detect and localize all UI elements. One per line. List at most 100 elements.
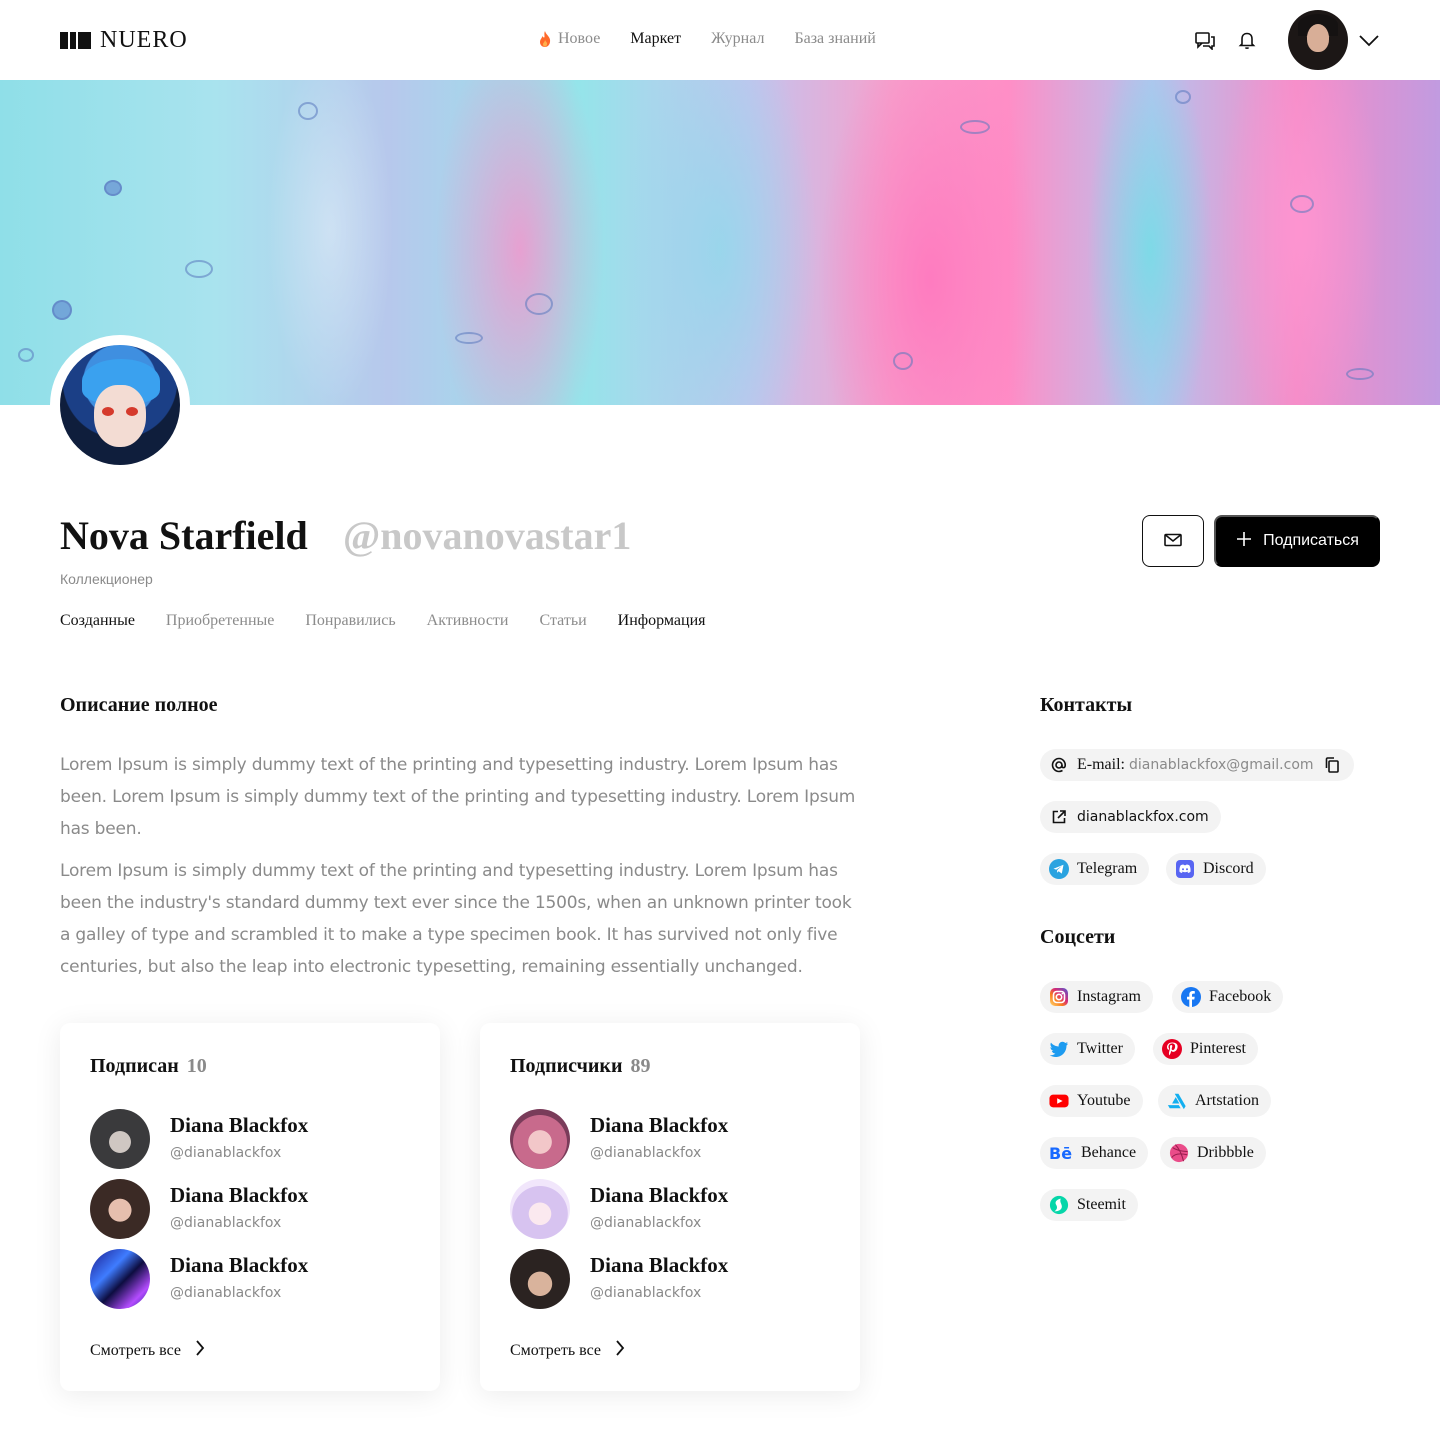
- see-all-label: Смотреть все: [90, 1341, 182, 1359]
- following-item[interactable]: Diana Blackfox @dianablackfox: [90, 1179, 410, 1239]
- artstation-icon: [1167, 1091, 1187, 1111]
- instagram-label: Instagram: [1077, 988, 1141, 1005]
- avatar: [90, 1249, 150, 1309]
- subscribe-button[interactable]: Подписаться: [1214, 515, 1380, 567]
- behance-label: Behance: [1081, 1144, 1137, 1161]
- discord-icon: [1175, 859, 1195, 879]
- person-name: Diana Blackfox: [170, 1183, 309, 1207]
- tab-activity[interactable]: Активности: [427, 612, 509, 630]
- logo[interactable]: NUERO: [60, 27, 188, 54]
- facebook-icon: [1181, 987, 1201, 1007]
- website-contact[interactable]: dianablackfox.com: [1040, 801, 1221, 833]
- youtube-icon: [1049, 1091, 1069, 1111]
- subscribe-label: Подписаться: [1263, 532, 1359, 549]
- external-link-icon: [1049, 807, 1069, 827]
- person-handle: @dianablackfox: [590, 1285, 702, 1301]
- avatar: [90, 1109, 150, 1169]
- flame-icon: [538, 30, 552, 48]
- twitter-link[interactable]: Twitter: [1040, 1033, 1135, 1065]
- dribbble-icon: [1169, 1143, 1189, 1163]
- followers-count: 89: [630, 1055, 651, 1077]
- artstation-link[interactable]: Artstation: [1158, 1085, 1271, 1117]
- behance-link[interactable]: Bē Behance: [1040, 1137, 1149, 1169]
- follower-item[interactable]: Diana Blackfox @dianablackfox: [510, 1249, 830, 1309]
- chevron-right-icon: [615, 1339, 625, 1362]
- pinterest-icon: [1162, 1039, 1182, 1059]
- top-header: NUERO Новое Маркет Журнал База знаний: [0, 0, 1440, 80]
- behance-icon: Bē: [1049, 1143, 1073, 1163]
- dribbble-link[interactable]: Dribbble: [1160, 1137, 1266, 1169]
- twitter-icon: [1049, 1039, 1069, 1059]
- person-name: Diana Blackfox: [590, 1183, 729, 1207]
- email-label: E-mail:: [1077, 756, 1125, 773]
- artstation-label: Artstation: [1195, 1092, 1259, 1109]
- person-name: Diana Blackfox: [170, 1113, 309, 1137]
- avatar: [510, 1249, 570, 1309]
- profile-name: Nova Starfield: [60, 513, 308, 558]
- copy-icon[interactable]: [1322, 755, 1342, 775]
- steemit-icon: [1049, 1195, 1069, 1215]
- description-title: Описание полное: [60, 694, 218, 716]
- follower-item[interactable]: Diana Blackfox @dianablackfox: [510, 1109, 830, 1169]
- tab-liked[interactable]: Понравились: [305, 612, 395, 630]
- nav-item-market[interactable]: Маркет: [630, 30, 681, 48]
- facebook-link[interactable]: Facebook: [1172, 981, 1284, 1013]
- avatar: [510, 1109, 570, 1169]
- telegram-contact[interactable]: Telegram: [1040, 853, 1150, 885]
- see-all-label: Смотреть все: [510, 1341, 602, 1359]
- pinterest-link[interactable]: Pinterest: [1153, 1033, 1258, 1065]
- at-sign-icon: [1049, 755, 1069, 775]
- person-handle: @dianablackfox: [170, 1145, 282, 1161]
- youtube-label: Youtube: [1077, 1092, 1131, 1109]
- tab-articles[interactable]: Статьи: [539, 612, 586, 630]
- messages-icon[interactable]: [1193, 28, 1217, 52]
- email-value: dianablackfox@gmail.com: [1128, 757, 1314, 773]
- message-button[interactable]: [1142, 515, 1204, 567]
- followers-card: Подписчики 89 Diana Blackfox @dianablackf…: [480, 1023, 860, 1391]
- following-count: 10: [186, 1055, 207, 1077]
- following-title: Подписан: [90, 1055, 179, 1077]
- envelope-icon: [1163, 532, 1183, 551]
- discord-label: Discord: [1203, 860, 1254, 877]
- following-see-all-link[interactable]: Смотреть все: [90, 1339, 205, 1362]
- nav-item-journal[interactable]: Журнал: [711, 30, 764, 48]
- following-item[interactable]: Diana Blackfox @dianablackfox: [90, 1109, 410, 1169]
- twitter-label: Twitter: [1077, 1040, 1123, 1057]
- following-card: Подписан 10 Diana Blackfox @dianablackfox…: [60, 1023, 440, 1391]
- plus-icon: [1235, 530, 1253, 553]
- socials-title: Соцсети: [1040, 926, 1116, 948]
- bell-icon[interactable]: [1235, 28, 1259, 52]
- nav-item-knowledge-base[interactable]: База знаний: [794, 30, 875, 48]
- telegram-label: Telegram: [1077, 860, 1138, 877]
- main-nav: Новое Маркет Журнал База знаний: [538, 30, 876, 48]
- website-value: dianablackfox.com: [1077, 809, 1209, 825]
- chevron-down-icon[interactable]: [1358, 30, 1380, 55]
- discord-contact[interactable]: Discord: [1166, 853, 1266, 885]
- description-paragraph: Lorem Ipsum is simply dummy text of the …: [60, 755, 856, 839]
- youtube-link[interactable]: Youtube: [1040, 1085, 1143, 1117]
- following-item[interactable]: Diana Blackfox @dianablackfox: [90, 1249, 410, 1309]
- steemit-label: Steemit: [1077, 1196, 1126, 1213]
- chevron-right-icon: [195, 1339, 205, 1362]
- instagram-icon: [1049, 987, 1069, 1007]
- person-handle: @dianablackfox: [590, 1145, 702, 1161]
- person-handle: @dianablackfox: [170, 1285, 282, 1301]
- followers-title: Подписчики: [510, 1055, 623, 1077]
- tab-created[interactable]: Созданные: [60, 612, 135, 630]
- tab-purchased[interactable]: Приобретенные: [166, 612, 274, 630]
- followers-see-all-link[interactable]: Смотреть все: [510, 1339, 625, 1362]
- profile-banner: [0, 80, 1440, 405]
- user-avatar[interactable]: [1288, 10, 1348, 70]
- nav-item-new[interactable]: Новое: [538, 30, 600, 48]
- email-contact[interactable]: E-mail: dianablackfox@gmail.com: [1040, 749, 1354, 781]
- profile-role: Коллекционер: [60, 571, 153, 587]
- steemit-link[interactable]: Steemit: [1040, 1189, 1138, 1221]
- instagram-link[interactable]: Instagram: [1040, 981, 1153, 1013]
- person-handle: @dianablackfox: [590, 1215, 702, 1231]
- tab-info[interactable]: Информация: [618, 612, 706, 630]
- contacts-title: Контакты: [1040, 694, 1133, 716]
- follower-item[interactable]: Diana Blackfox @dianablackfox: [510, 1179, 830, 1239]
- dribbble-label: Dribbble: [1197, 1144, 1254, 1161]
- profile-tabs: Созданные Приобретенные Понравились Акти…: [60, 612, 706, 630]
- description-paragraph: Lorem Ipsum is simply dummy text of the …: [60, 861, 852, 977]
